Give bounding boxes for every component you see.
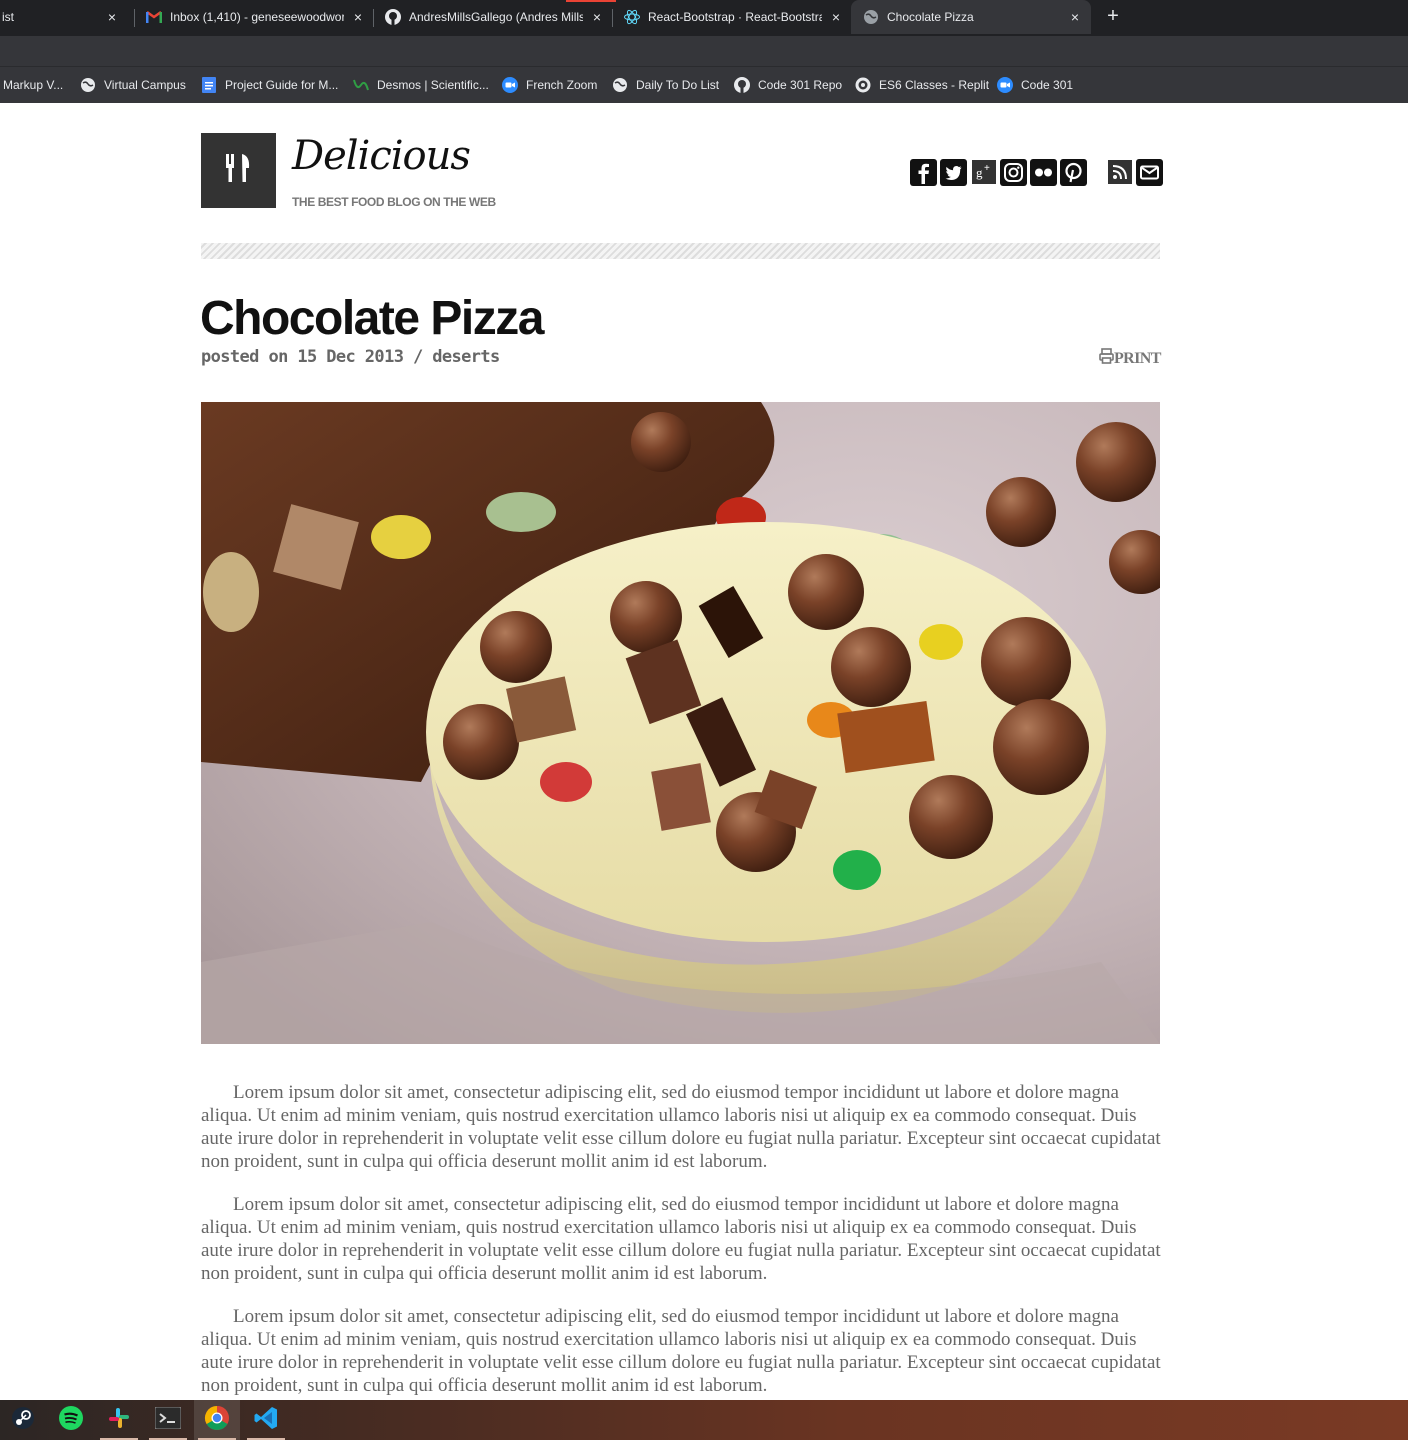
globe-icon — [80, 77, 96, 93]
google-plus-icon[interactable]: g + — [970, 159, 997, 186]
tab-separator — [373, 9, 374, 27]
printer-icon — [1099, 348, 1114, 369]
replit-icon — [855, 77, 871, 93]
social-links: g + — [910, 158, 1166, 186]
tab-separator — [612, 9, 613, 27]
rss-icon[interactable] — [1106, 159, 1133, 186]
post-paragraph: Lorem ipsum dolor sit amet, consectetur … — [201, 1194, 1161, 1284]
bookmarks-bar: Markup V... Virtual Campus Project Guide… — [0, 66, 1408, 103]
taskbar-chrome[interactable] — [194, 1400, 240, 1440]
vscode-icon — [253, 1405, 279, 1436]
bookmark-virtual-campus[interactable]: Virtual Campus — [80, 76, 186, 94]
pinterest-icon[interactable] — [1060, 158, 1087, 186]
bookmark-desmos[interactable]: Desmos | Scientific... — [353, 76, 489, 94]
github-icon — [734, 77, 750, 93]
github-icon — [385, 9, 401, 25]
tab-active-chocolate-pizza[interactable]: Chocolate Pizza × — [851, 0, 1091, 34]
tab-strip: ist × Inbox (1,410) - geneseewoodwor × A… — [0, 0, 1408, 36]
bookmark-project-guide[interactable]: Project Guide for M... — [201, 76, 338, 94]
globe-icon — [612, 77, 628, 93]
post-body: Lorem ipsum dolor sit amet, consectetur … — [201, 1081, 1161, 1400]
gmail-icon — [146, 9, 162, 25]
taskbar-vscode[interactable] — [243, 1400, 289, 1440]
fork-knife-icon — [224, 152, 254, 189]
taskbar-terminal[interactable] — [145, 1400, 191, 1440]
tab-separator — [134, 9, 135, 27]
email-icon[interactable] — [1136, 158, 1163, 186]
zoom-icon — [502, 77, 518, 93]
terminal-icon — [154, 1406, 182, 1434]
slack-icon — [107, 1406, 131, 1435]
docs-icon — [201, 77, 217, 93]
facebook-icon[interactable] — [910, 158, 937, 186]
instagram-icon[interactable] — [1000, 158, 1027, 186]
address-toolbar — [0, 36, 1408, 66]
tab-close-icon[interactable]: × — [828, 9, 844, 25]
post-paragraph: Lorem ipsum dolor sit amet, consectetur … — [201, 1306, 1161, 1396]
tab-close-icon[interactable]: × — [589, 9, 605, 25]
page-content: Delicious THE BEST FOOD BLOG ON THE WEB … — [0, 103, 1408, 1400]
bookmark-markup[interactable]: Markup V... — [3, 76, 63, 94]
bookmark-es6-classes[interactable]: ES6 Classes - Replit — [855, 76, 989, 94]
bookmark-code-301-repo[interactable]: Code 301 Repo — [734, 76, 842, 94]
tab-3[interactable]: React-Bootstrap · React-Bootstrap × — [624, 0, 844, 34]
tab-1[interactable]: Inbox (1,410) - geneseewoodwor × — [146, 0, 366, 34]
chrome-icon — [204, 1405, 230, 1436]
svg-text:+: + — [984, 163, 990, 174]
bookmark-daily-todo[interactable]: Daily To Do List — [612, 76, 719, 94]
post-meta: posted on 15 Dec 2013 / deserts — [201, 347, 500, 367]
print-label: PRINT — [1114, 349, 1161, 367]
header-divider — [201, 243, 1160, 259]
globe-icon — [863, 9, 879, 25]
tab-close-icon[interactable]: × — [104, 9, 120, 25]
spotify-icon — [58, 1405, 84, 1436]
post-paragraph: Lorem ipsum dolor sit amet, consectetur … — [201, 1082, 1161, 1172]
tab-close-icon[interactable]: × — [350, 9, 366, 25]
taskbar-steam[interactable] — [0, 1400, 46, 1440]
taskbar-spotify[interactable] — [48, 1400, 94, 1440]
svg-text:g: g — [976, 165, 983, 180]
bookmark-french-zoom[interactable]: French Zoom — [502, 76, 597, 94]
print-button[interactable]: PRINT — [1099, 348, 1161, 369]
desmos-icon — [353, 77, 369, 93]
post-title: Chocolate Pizza — [200, 292, 544, 345]
twitter-icon[interactable] — [940, 158, 967, 186]
os-taskbar — [0, 1400, 1408, 1440]
taskbar-slack[interactable] — [96, 1400, 142, 1440]
tab-close-icon[interactable]: × — [1067, 9, 1083, 25]
tab-2[interactable]: AndresMillsGallego (Andres Mills × — [385, 0, 605, 34]
site-brand[interactable]: Delicious — [292, 133, 471, 179]
post-hero-image — [201, 402, 1160, 1044]
new-tab-button[interactable]: + — [1101, 4, 1125, 28]
tab-indicator — [566, 0, 616, 2]
site-logo[interactable] — [201, 133, 276, 208]
react-bootstrap-icon — [624, 9, 640, 25]
steam-icon — [11, 1406, 35, 1435]
tab-0[interactable]: ist × — [0, 0, 128, 34]
zoom-icon — [997, 77, 1013, 93]
flickr-icon[interactable] — [1030, 158, 1057, 186]
bookmark-code-301[interactable]: Code 301 — [997, 76, 1073, 94]
site-tagline: THE BEST FOOD BLOG ON THE WEB — [292, 195, 496, 209]
